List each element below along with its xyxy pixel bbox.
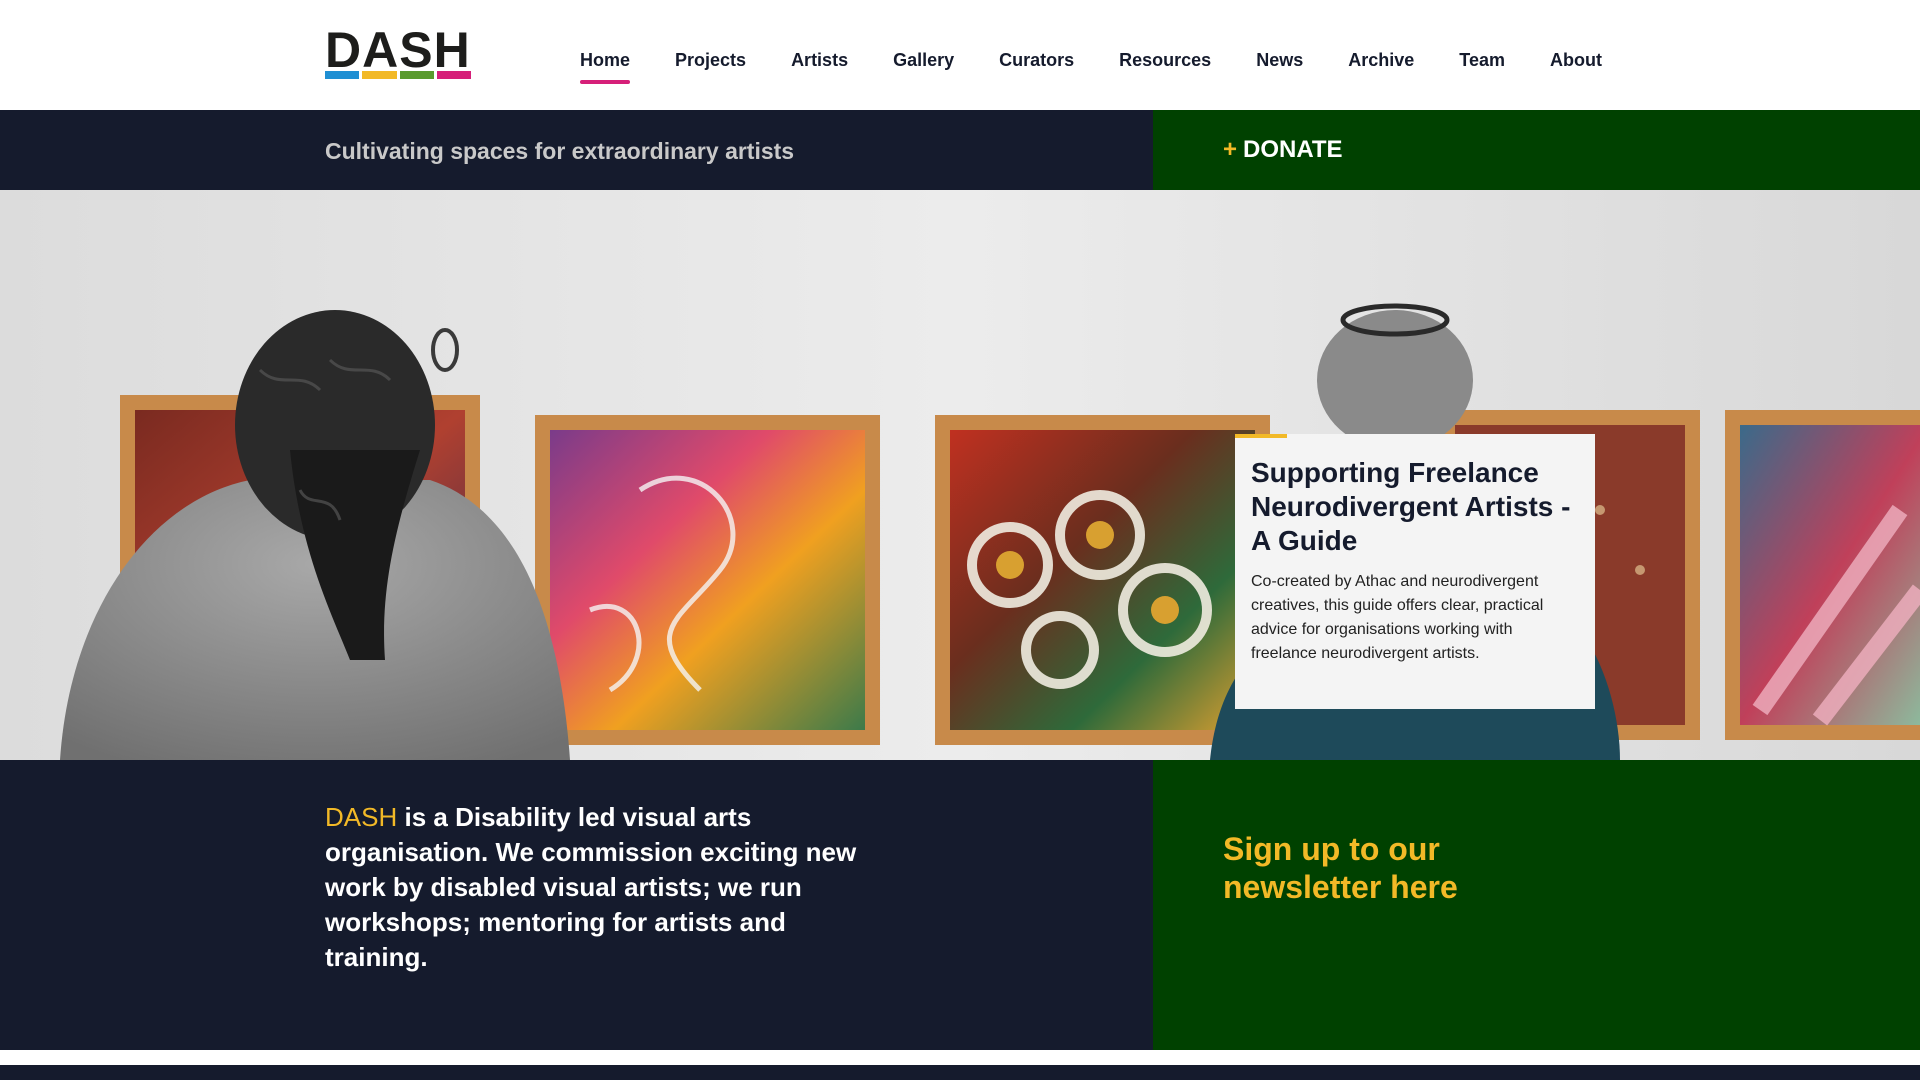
gallery-photo bbox=[0, 190, 1920, 760]
donate-label: DONATE bbox=[1243, 136, 1343, 163]
feature-description: Co-created by Athac and neurodivergent c… bbox=[1251, 573, 1544, 662]
logo-color-bars bbox=[325, 71, 471, 79]
nav-home[interactable]: Home bbox=[580, 48, 631, 84]
nav-team[interactable]: Team bbox=[1459, 48, 1505, 72]
tagline-band: Cultivating spaces for extraordinary art… bbox=[0, 110, 1920, 190]
logo-bar-green bbox=[399, 71, 434, 79]
nav-curators[interactable]: Curators bbox=[999, 48, 1074, 72]
nav-artists[interactable]: Artists bbox=[791, 48, 848, 72]
logo-bar-blue bbox=[325, 71, 360, 79]
nav-archive[interactable]: Archive bbox=[1348, 48, 1414, 72]
site-tagline: Cultivating spaces for extraordinary art… bbox=[325, 138, 795, 164]
newsletter-panel: Sign up to our newsletter here bbox=[1153, 760, 1920, 1050]
intro-statement: DASH is a Disability led visual arts org… bbox=[325, 800, 885, 975]
feature-title[interactable]: Supporting Freelance Neurodivergent Arti… bbox=[1251, 456, 1579, 558]
intro-band: DASH is a Disability led visual arts org… bbox=[0, 760, 1920, 1050]
intro-panel: DASH is a Disability led visual arts org… bbox=[0, 760, 1153, 1050]
nav-about[interactable]: About bbox=[1550, 48, 1602, 72]
nav-news[interactable]: News bbox=[1256, 48, 1303, 72]
feature-card[interactable]: Supporting Freelance Neurodivergent Arti… bbox=[1235, 434, 1595, 709]
intro-body: is a Disability led visual arts organisa… bbox=[325, 802, 857, 972]
plus-icon: + bbox=[1223, 136, 1238, 163]
tagline-panel: Cultivating spaces for extraordinary art… bbox=[0, 110, 1153, 190]
nav-gallery[interactable]: Gallery bbox=[893, 48, 954, 72]
nav-projects[interactable]: Projects bbox=[675, 48, 746, 72]
dash-logo[interactable]: DASH bbox=[325, 22, 471, 80]
donate-panel: + DONATE bbox=[1153, 110, 1920, 190]
newsletter-signup-link[interactable]: Sign up to our newsletter here bbox=[1223, 830, 1523, 906]
hero-banner: Supporting Freelance Neurodivergent Arti… bbox=[0, 190, 1920, 760]
donate-button[interactable]: + DONATE bbox=[1223, 136, 1343, 164]
main-nav: Home Projects Artists Gallery Curators R… bbox=[580, 48, 1647, 84]
footer-strip bbox=[0, 1065, 1920, 1080]
logo-bar-pink bbox=[436, 71, 471, 79]
logo-text: DASH bbox=[325, 22, 471, 78]
intro-brand: DASH bbox=[325, 802, 398, 832]
logo-bar-yellow bbox=[362, 71, 397, 79]
nav-resources[interactable]: Resources bbox=[1119, 48, 1211, 72]
site-header: DASH Home Projects Artists Gallery Curat… bbox=[0, 0, 1920, 110]
